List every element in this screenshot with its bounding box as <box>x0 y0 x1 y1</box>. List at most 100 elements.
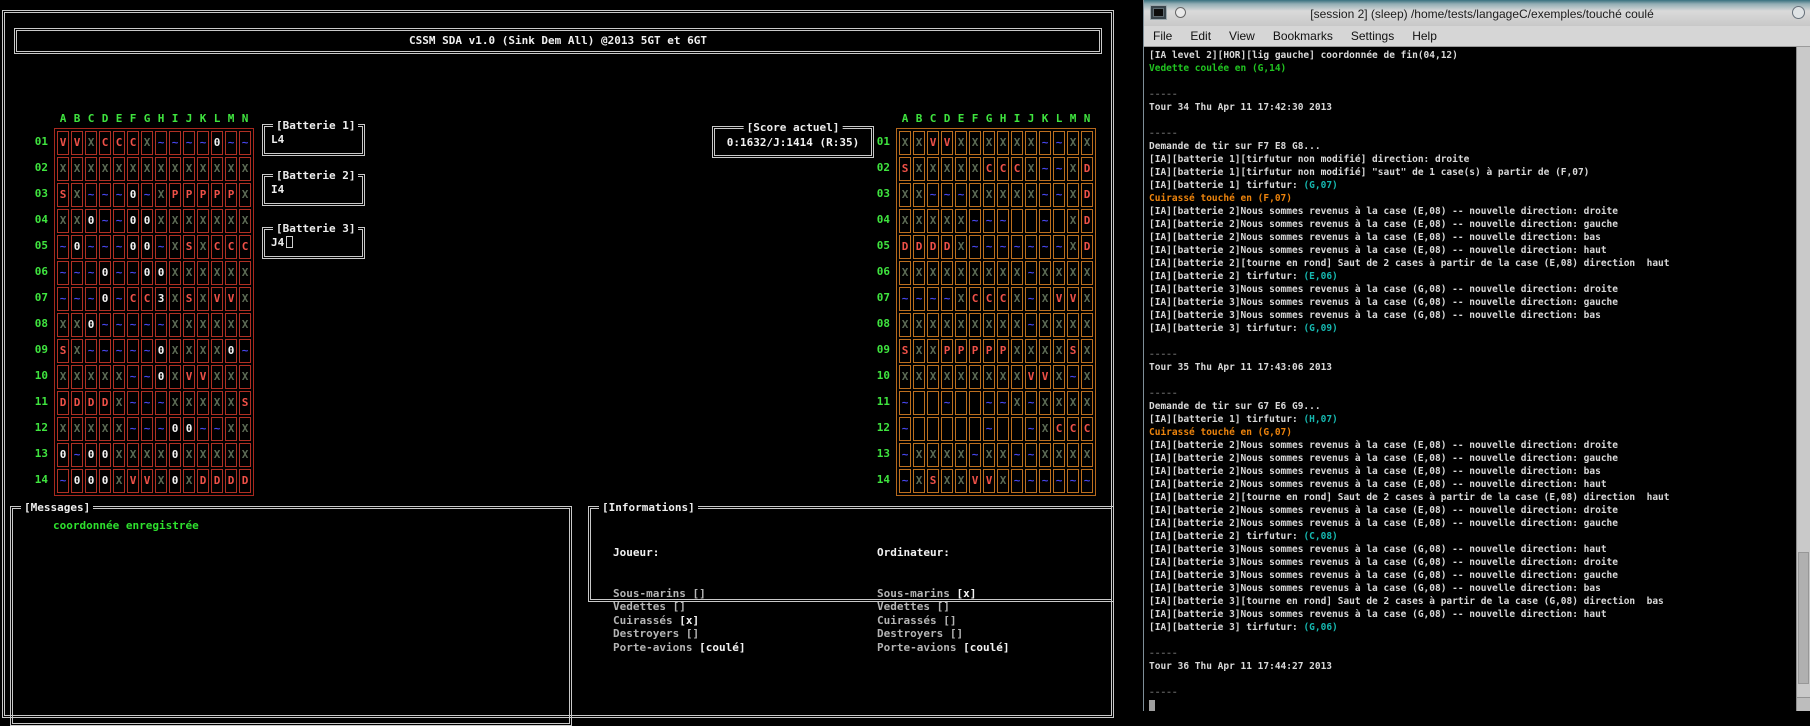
grid-cell: X <box>899 261 911 285</box>
grid-cell: X <box>197 209 209 233</box>
fleet-status-item: Destroyers [] <box>877 627 1009 641</box>
terminal-line: ----- <box>1149 88 1796 101</box>
grid-cell: X <box>1067 183 1079 207</box>
grid-cell: S <box>57 183 69 207</box>
column-header: I <box>169 112 181 125</box>
grid-cell: X <box>1067 131 1079 155</box>
grid-cell: ~ <box>85 339 97 363</box>
terminal-icon[interactable] <box>1150 5 1167 20</box>
menu-item-view[interactable]: View <box>1220 29 1264 43</box>
terminal-line: [IA level 2][HOR][lig gauche] coordonnée… <box>1149 49 1796 62</box>
grid-cell: D <box>1081 235 1093 259</box>
terminal-line: [IA][batterie 1] tirfutur: (H,07) <box>1149 413 1796 426</box>
menu-item-edit[interactable]: Edit <box>1181 29 1220 43</box>
grid-cell: ~ <box>99 235 111 259</box>
grid-cell: X <box>955 131 967 155</box>
column-header: J <box>183 112 195 125</box>
grid-cell: X <box>183 339 195 363</box>
scrollbar-thumb[interactable] <box>1798 552 1809 685</box>
grid-cell: X <box>1081 339 1093 363</box>
menu-bar: FileEditViewBookmarksSettingsHelp <box>1144 26 1810 47</box>
grid-cell: X <box>113 469 125 493</box>
grid-cell: ~ <box>141 391 153 415</box>
terminal-line: [IA][batterie 2]Nous sommes revenus à la… <box>1149 218 1796 231</box>
terminal-line: [IA][batterie 1] tirfutur: (G,07) <box>1149 179 1796 192</box>
scrollbar-button[interactable] <box>1797 697 1810 711</box>
grid-cell: ~ <box>183 131 195 155</box>
grid-cell: X <box>99 417 111 441</box>
grid-cell: X <box>997 261 1009 285</box>
battery-3-box[interactable]: [Batterie 3] J4 <box>262 227 365 259</box>
grid-cell: ~ <box>1053 469 1065 493</box>
menu-item-bookmarks[interactable]: Bookmarks <box>1264 29 1342 43</box>
terminal-line: [IA][batterie 1][tirfutur non modifié] d… <box>1149 153 1796 166</box>
grid-cell <box>955 391 967 415</box>
grid-cell: D <box>899 235 911 259</box>
row-label: 03 <box>32 182 48 206</box>
grid-cell: 0 <box>169 443 181 467</box>
grid-cell <box>1011 417 1023 441</box>
grid-cell: X <box>71 417 83 441</box>
grid-cell: 0 <box>141 261 153 285</box>
scrollbar[interactable] <box>1796 47 1810 711</box>
grid-cell: D <box>941 235 953 259</box>
app-title-box: CSSM SDA v1.0 (Sink Dem All) @2013 5GT e… <box>14 28 1102 54</box>
grid-cell: 0 <box>85 209 97 233</box>
grid-cell: X <box>71 157 83 181</box>
grid-cell: ~ <box>127 417 139 441</box>
terminal-line: [IA][batterie 2]Nous sommes revenus à la… <box>1149 231 1796 244</box>
grid-cell: X <box>941 313 953 337</box>
column-header: F <box>969 112 981 125</box>
menu-item-settings[interactable]: Settings <box>1342 29 1403 43</box>
terminal-line: [IA][batterie 2]Nous sommes revenus à la… <box>1149 517 1796 530</box>
grid-cell: X <box>1067 261 1079 285</box>
score-box: [Score actuel] 0:1632/J:1414 (R:35) <box>712 126 874 158</box>
menu-item-file[interactable]: File <box>1144 29 1181 43</box>
terminal-line: Demande de tir sur G7 E6 G9... <box>1149 400 1796 413</box>
terminal-line: [IA][batterie 3]Nous sommes revenus à la… <box>1149 556 1796 569</box>
terminal-line: Tour 34 Thu Apr 11 17:42:30 2013 <box>1149 101 1796 114</box>
grid-cell: 0 <box>99 261 111 285</box>
grid-cell: C <box>969 287 981 311</box>
grid-cell: X <box>211 261 223 285</box>
informations-box: [Informations] Joueur: Sous-marins []Ved… <box>588 506 1114 602</box>
grid-cell: X <box>225 443 237 467</box>
grid-cell: X <box>183 261 195 285</box>
grid-cell: 0 <box>155 365 167 389</box>
battery-2-label: [Batterie 2] <box>273 169 358 182</box>
grid-cell: X <box>1053 391 1065 415</box>
grid-cell: X <box>57 417 69 441</box>
grid-cell: ~ <box>155 131 167 155</box>
grid-cell: X <box>941 261 953 285</box>
grid-cell: ~ <box>127 391 139 415</box>
window-titlebar[interactable]: [session 2] (sleep) /home/tests/langageC… <box>1144 0 1810 26</box>
row-label: 06 <box>32 260 48 284</box>
grid-cell: V <box>1039 365 1051 389</box>
window-button[interactable] <box>1792 6 1805 19</box>
grid-cell: X <box>899 209 911 233</box>
column-header: F <box>127 112 139 125</box>
terminal-line: [IA][batterie 3]Nous sommes revenus à la… <box>1149 608 1796 621</box>
row-label: 08 <box>32 312 48 336</box>
grid-cell: ~ <box>113 261 125 285</box>
grid-cell: X <box>85 157 97 181</box>
grid-cell: ~ <box>1011 469 1023 493</box>
terminal-line: [IA][batterie 2] tirfutur: (C,08) <box>1149 530 1796 543</box>
grid-cell: X <box>1039 287 1051 311</box>
terminal-line <box>1149 335 1796 348</box>
app-title: CSSM SDA v1.0 (Sink Dem All) @2013 5GT e… <box>409 34 707 47</box>
grid-cell: C <box>113 131 125 155</box>
grid-cell: ~ <box>197 417 209 441</box>
grid-cell: X <box>955 209 967 233</box>
terminal-output[interactable]: [IA level 2][HOR][lig gauche] coordonnée… <box>1144 48 1796 711</box>
row-label: 09 <box>32 338 48 362</box>
player-fleet-header: Joueur: <box>613 546 745 560</box>
column-header: E <box>113 112 125 125</box>
grid-cell: ~ <box>71 261 83 285</box>
grid-cell <box>941 417 953 441</box>
grid-cell: ~ <box>99 339 111 363</box>
grid-cell: 0 <box>141 209 153 233</box>
computer-fleet-status: Ordinateur: Sous-marins [x]Vedettes []Cu… <box>877 519 1009 681</box>
menu-item-help[interactable]: Help <box>1403 29 1446 43</box>
grid-cell: X <box>169 209 181 233</box>
